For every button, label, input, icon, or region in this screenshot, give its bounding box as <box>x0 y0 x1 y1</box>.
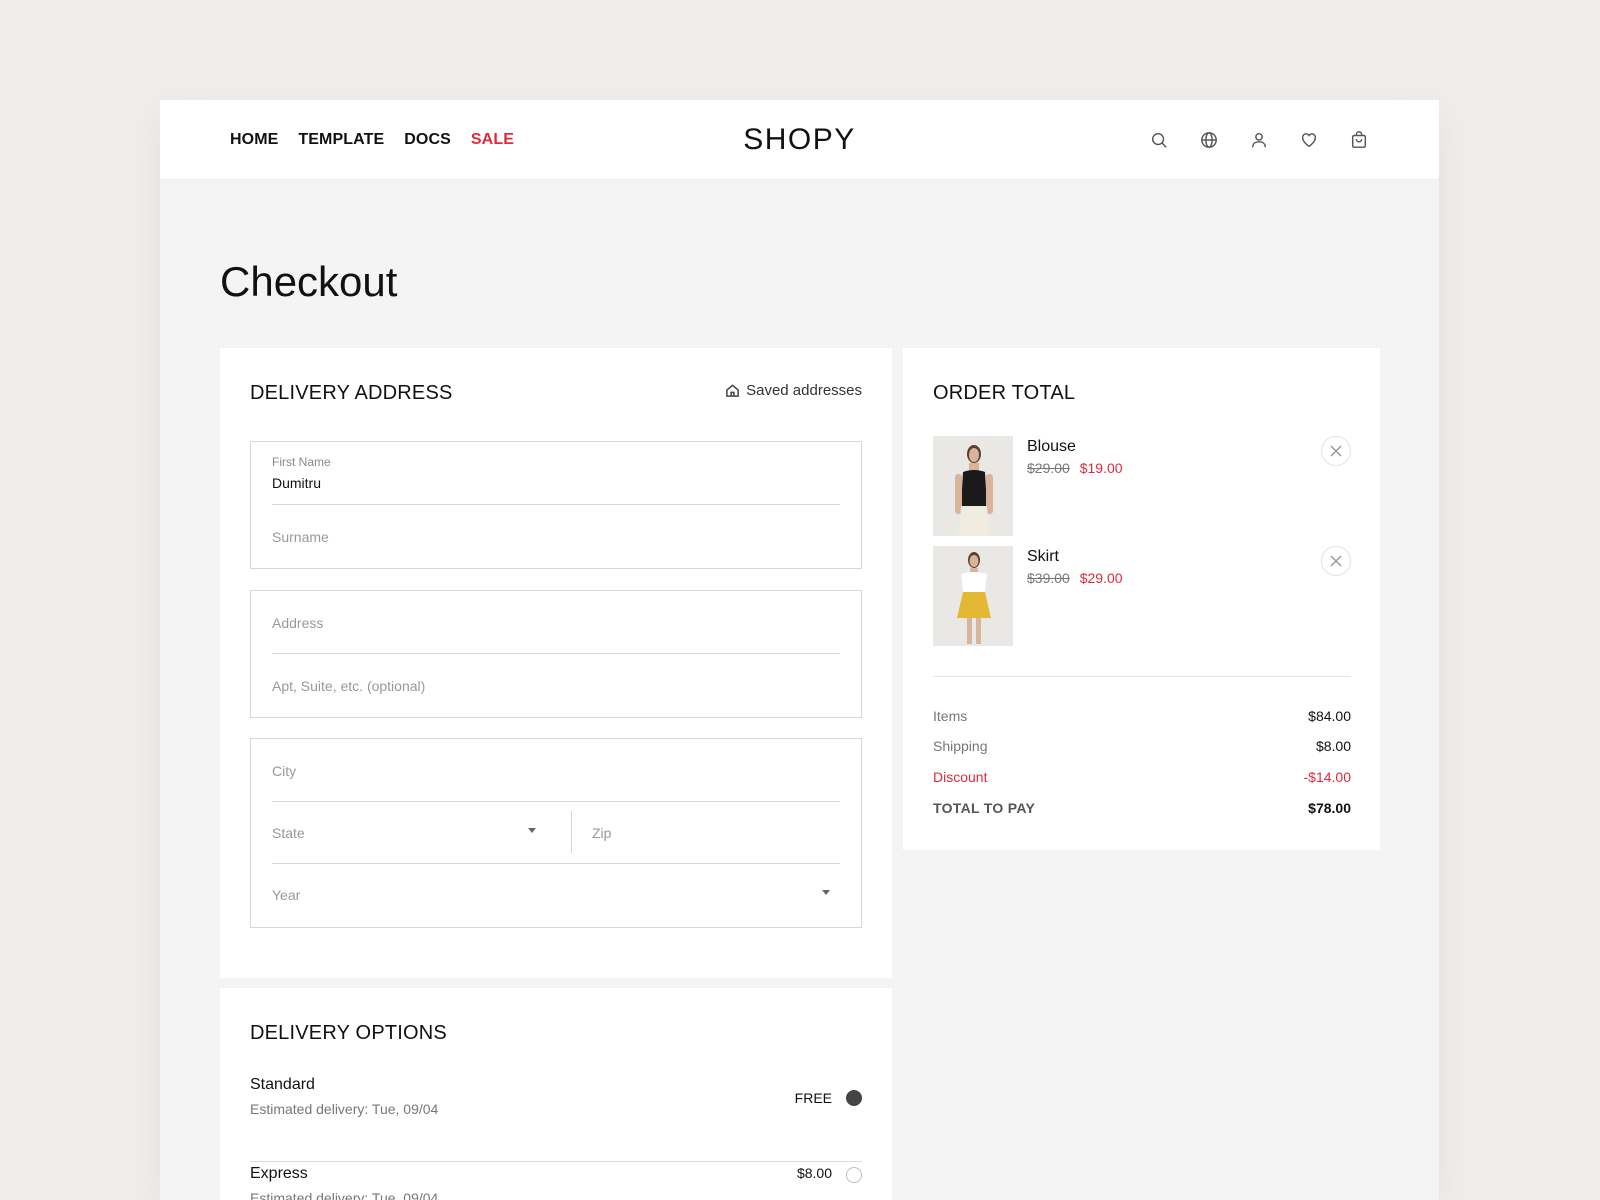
item-sale-price: $19.00 <box>1079 460 1123 476</box>
year-input[interactable] <box>272 863 840 926</box>
address-fieldset <box>250 590 862 718</box>
item-sale-price: $29.00 <box>1079 570 1123 586</box>
location-fieldset <box>250 738 862 928</box>
top-navigation-bar: HOME TEMPLATE DOCS SALE SHOPY <box>160 100 1439 180</box>
item-prices: $39.00 $29.00 <box>1027 570 1123 586</box>
delivery-option-express[interactable]: Express Estimated delivery: Tue, 09/04 $… <box>250 1162 862 1200</box>
address-input[interactable] <box>272 591 840 654</box>
order-item: Skirt $39.00 $29.00 <box>933 546 1351 646</box>
close-icon <box>1330 445 1342 457</box>
summary-items-label: Items <box>933 708 968 724</box>
state-zip-row <box>272 801 840 864</box>
delivery-address-title: DELIVERY ADDRESS <box>250 382 453 404</box>
app-frame: HOME TEMPLATE DOCS SALE SHOPY Checkout D… <box>160 100 1439 1200</box>
year-select[interactable] <box>272 863 840 926</box>
product-image-blouse[interactable] <box>933 436 1013 536</box>
chevron-down-icon <box>528 828 536 833</box>
globe-icon[interactable] <box>1199 130 1219 150</box>
remove-item-button[interactable] <box>1321 546 1351 576</box>
delivery-options-title: DELIVERY OPTIONS <box>250 1022 447 1044</box>
order-total-title: ORDER TOTAL <box>933 382 1076 404</box>
item-old-price: $39.00 <box>1027 570 1070 586</box>
option-name: Standard <box>250 1076 315 1093</box>
item-name: Blouse <box>1027 438 1076 455</box>
remove-item-button[interactable] <box>1321 436 1351 466</box>
zip-field[interactable] <box>572 801 840 864</box>
summary-shipping-row: Shipping $8.00 <box>933 738 1351 758</box>
first-name-input[interactable] <box>272 475 840 491</box>
apt-field[interactable] <box>272 654 840 717</box>
state-input[interactable] <box>272 801 552 864</box>
page-title: Checkout <box>220 258 398 305</box>
first-name-label: First Name <box>272 455 331 469</box>
option-estimate: Estimated delivery: Tue, 09/04 <box>250 1190 439 1200</box>
saved-addresses-label: Saved addresses <box>746 382 862 399</box>
order-total-card: ORDER TOTAL Blouse $29.00 $19.00 Skirt $… <box>903 348 1380 850</box>
city-field[interactable] <box>272 739 840 802</box>
name-fieldset: First Name <box>250 441 862 569</box>
delivery-option-standard[interactable]: Standard Estimated delivery: Tue, 09/04 … <box>250 1076 862 1162</box>
close-icon <box>1330 555 1342 567</box>
summary-total-value: $78.00 <box>1308 800 1351 816</box>
apt-input[interactable] <box>272 654 840 717</box>
summary-discount-row: Discount -$14.00 <box>933 769 1351 789</box>
option-estimate: Estimated delivery: Tue, 09/04 <box>250 1101 439 1117</box>
summary-shipping-value: $8.00 <box>1315 738 1351 754</box>
item-name: Skirt <box>1027 548 1059 565</box>
address-field[interactable] <box>272 591 840 654</box>
surname-field[interactable] <box>272 505 840 568</box>
product-image-skirt[interactable] <box>933 546 1013 646</box>
summary-discount-label: Discount <box>933 769 988 785</box>
option-radio-selected[interactable] <box>846 1090 862 1106</box>
option-radio[interactable] <box>846 1167 862 1183</box>
summary-shipping-label: Shipping <box>933 738 988 754</box>
summary-total-label: TOTAL TO PAY <box>933 800 1036 816</box>
divider <box>933 676 1351 677</box>
order-item: Blouse $29.00 $19.00 <box>933 436 1351 536</box>
chevron-down-icon <box>822 890 830 895</box>
saved-addresses-link[interactable]: Saved addresses <box>725 382 862 399</box>
delivery-options-card: DELIVERY OPTIONS Standard Estimated deli… <box>220 988 892 1200</box>
search-icon[interactable] <box>1149 130 1169 150</box>
cart-icon[interactable] <box>1349 130 1369 150</box>
option-price: $8.00 <box>796 1165 832 1181</box>
surname-input[interactable] <box>272 505 840 568</box>
item-prices: $29.00 $19.00 <box>1027 460 1123 476</box>
summary-discount-value: -$14.00 <box>1303 769 1351 785</box>
summary-items-row: Items $84.00 <box>933 708 1351 728</box>
zip-input[interactable] <box>572 801 840 864</box>
option-name: Express <box>250 1165 308 1182</box>
delivery-address-card: DELIVERY ADDRESS Saved addresses First N… <box>220 348 892 978</box>
home-icon <box>726 384 739 397</box>
item-old-price: $29.00 <box>1027 460 1070 476</box>
option-price: FREE <box>794 1090 832 1106</box>
first-name-field[interactable]: First Name <box>272 442 840 505</box>
header-icon-group <box>1149 100 1369 179</box>
city-input[interactable] <box>272 739 840 802</box>
user-icon[interactable] <box>1249 130 1269 150</box>
state-select[interactable] <box>272 801 552 864</box>
heart-icon[interactable] <box>1299 130 1319 150</box>
summary-items-value: $84.00 <box>1308 708 1351 724</box>
summary-total-row: TOTAL TO PAY $78.00 <box>933 800 1351 820</box>
